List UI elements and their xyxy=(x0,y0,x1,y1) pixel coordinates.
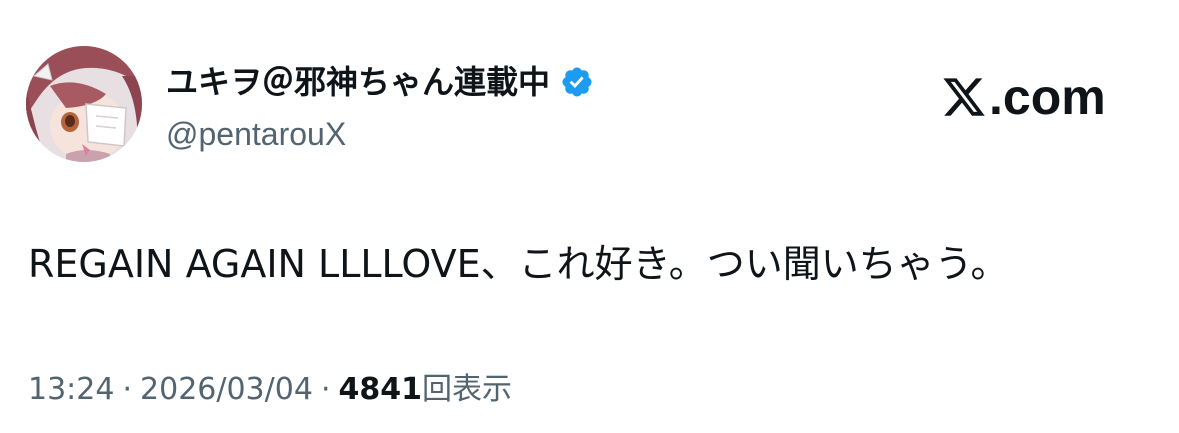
views-count: 4841 xyxy=(338,372,422,407)
avatar[interactable] xyxy=(26,46,142,162)
meta-separator: · xyxy=(122,372,133,407)
tweet-date[interactable]: 2026/03/04 xyxy=(140,372,313,407)
brand-domain-label: .com xyxy=(989,69,1106,125)
verified-badge-icon xyxy=(560,65,594,99)
x-com-brand[interactable]: .com xyxy=(941,70,1106,124)
tweet-meta: 13:24 · 2026/03/04 · 4841回表示 xyxy=(28,370,512,410)
views-label: 回表示 xyxy=(421,372,512,407)
meta-separator: · xyxy=(320,372,331,407)
tweet-text: REGAIN AGAIN LLLLOVE、これ好き。つい聞いちゃう。 xyxy=(28,242,1009,286)
author-display-name-row[interactable]: ユキヲ＠邪神ちゃん連載中 xyxy=(166,62,594,102)
tweet-card: ユキヲ＠邪神ちゃん連載中 @pentarouX .com REGAIN AGAI… xyxy=(0,0,1179,433)
tweet-time[interactable]: 13:24 xyxy=(28,372,114,407)
author-handle[interactable]: @pentarouX xyxy=(166,114,346,154)
x-logo-icon xyxy=(941,74,987,120)
avatar-image xyxy=(26,46,142,162)
author-display-name[interactable]: ユキヲ＠邪神ちゃん連載中 xyxy=(166,62,550,102)
